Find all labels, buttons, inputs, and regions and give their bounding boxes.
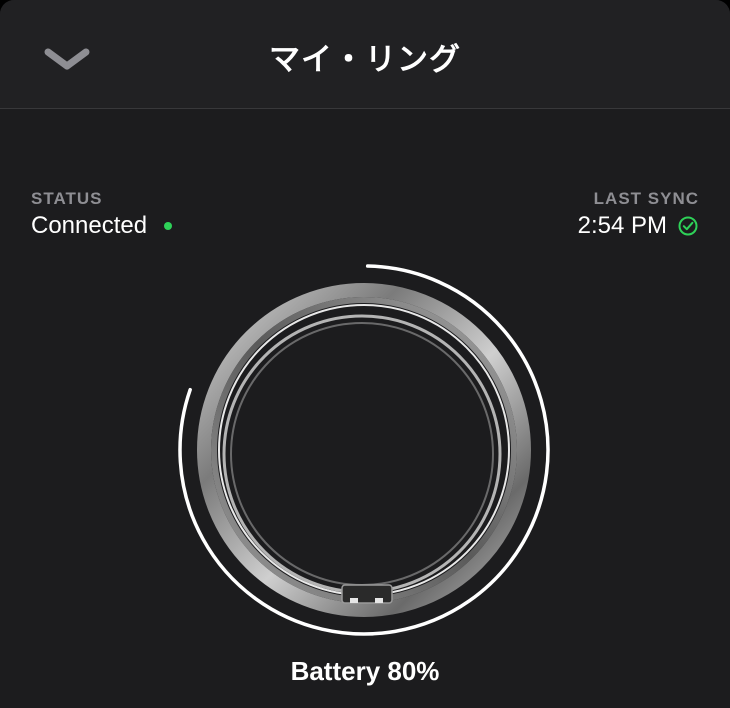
status-value: Connected xyxy=(31,212,148,239)
last-sync-label: LAST SYNC xyxy=(593,189,699,208)
status-value-row: Connected xyxy=(31,212,173,240)
status-label: STATUS xyxy=(31,189,103,208)
last-sync-value: 2:54 PM xyxy=(577,212,667,239)
status-indicator-dot xyxy=(164,222,173,230)
battery-label: Battery 80% xyxy=(290,656,440,686)
ring-image xyxy=(178,264,550,636)
header-bar: マイ・リング xyxy=(0,0,730,109)
my-ring-sheet: マイ・リング STATUS Connected LAST SYNC 2:54 P… xyxy=(0,0,730,708)
last-sync-value-row: 2:54 PM xyxy=(578,212,699,240)
page-title: マイ・リング xyxy=(269,42,461,78)
last-sync-section: LAST SYNC 2:54 PM xyxy=(578,189,699,240)
status-section: STATUS Connected xyxy=(31,189,173,240)
check-circle-icon xyxy=(678,216,698,236)
